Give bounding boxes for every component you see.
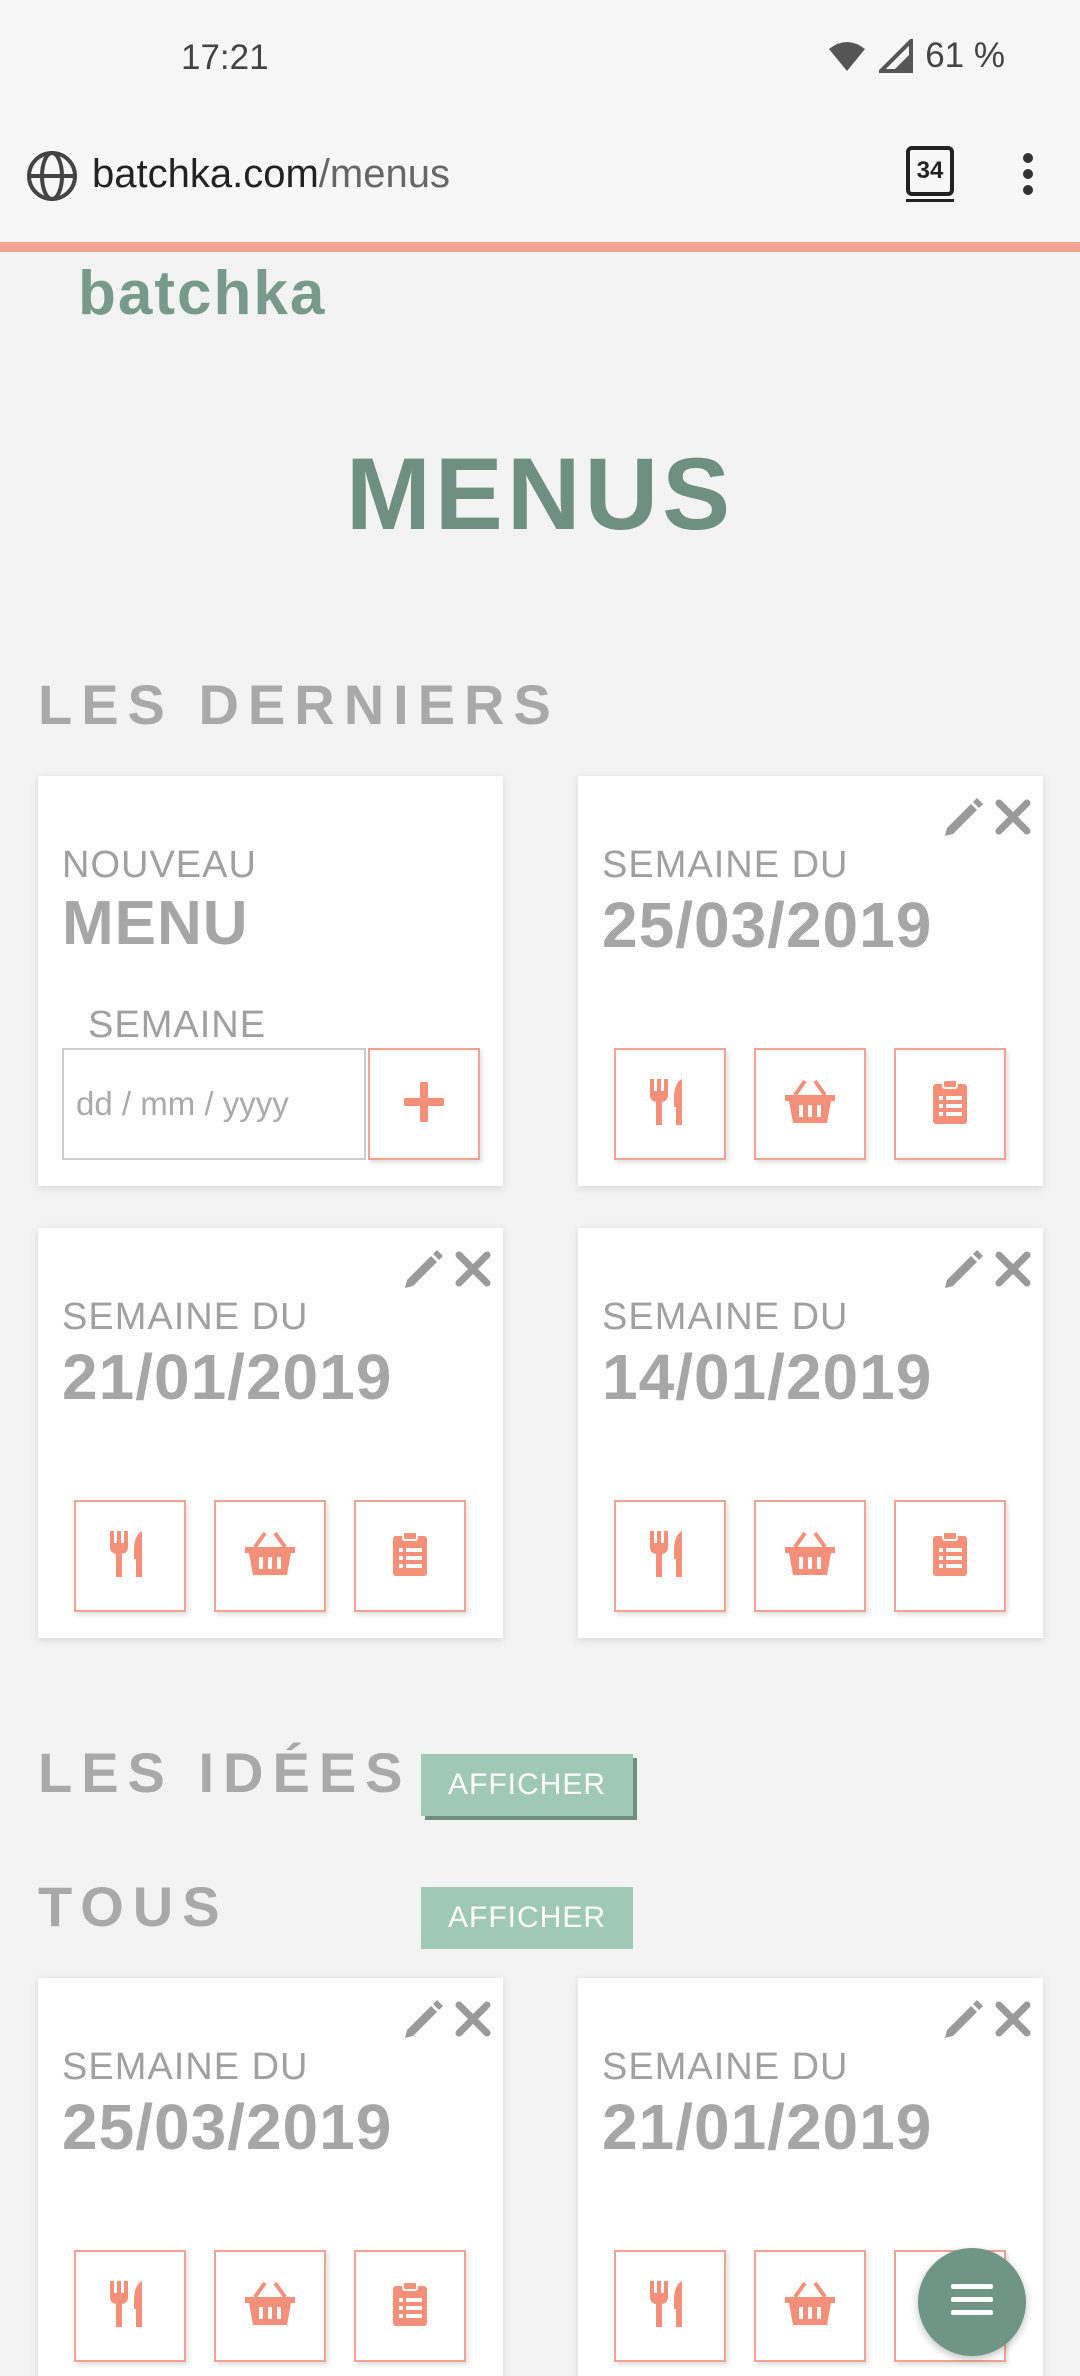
menu-shopping-button[interactable] <box>754 1048 866 1160</box>
card-week-label: SEMAINE DU <box>602 1296 849 1338</box>
card-button-row <box>74 1500 466 1612</box>
show-all-button[interactable]: AFFICHER <box>421 1887 633 1949</box>
menu-recipes-button[interactable] <box>894 1500 1006 1612</box>
pencil-icon[interactable] <box>941 1246 987 1297</box>
close-icon[interactable] <box>453 1999 493 2044</box>
signal-icon <box>879 39 914 73</box>
menu-card: SEMAINE DU 14/01/2019 <box>578 1228 1043 1638</box>
plus-icon <box>402 1080 446 1129</box>
more-vert-icon[interactable] <box>1020 152 1036 201</box>
pencil-icon[interactable] <box>941 794 987 845</box>
menu-card: SEMAINE DU 25/03/2019 <box>578 776 1043 1186</box>
hamburger-icon <box>949 2282 995 2323</box>
page-title: MENUS <box>345 437 735 551</box>
status-icons: 61 % <box>827 36 1005 76</box>
new-menu-label-main: MENU <box>62 889 249 958</box>
menu-shopping-button[interactable] <box>754 1500 866 1612</box>
clipboard-icon <box>931 1078 969 1131</box>
close-icon[interactable] <box>993 797 1033 842</box>
pencil-icon[interactable] <box>401 1996 447 2047</box>
basket-icon <box>783 1531 837 1582</box>
menu-meals-button[interactable] <box>614 1048 726 1160</box>
battery-text: 61 % <box>925 36 1005 75</box>
card-week-label: SEMAINE DU <box>62 2046 309 2088</box>
menu-shopping-button[interactable] <box>214 1500 326 1612</box>
card-button-row <box>614 1048 1006 1160</box>
card-week-label: SEMAINE DU <box>62 1296 309 1338</box>
card-actions <box>401 1246 493 1297</box>
section-title-ideas: LES IDÉES <box>38 1741 412 1804</box>
basket-icon <box>783 1079 837 1130</box>
basket-icon <box>243 1531 297 1582</box>
floating-menu-button[interactable] <box>918 2248 1026 2356</box>
menu-meals-button[interactable] <box>614 2250 726 2362</box>
section-title-recent: LES DERNIERS <box>38 673 560 736</box>
basket-icon <box>243 2281 297 2332</box>
card-week-label: SEMAINE DU <box>602 2046 849 2088</box>
menu-shopping-button[interactable] <box>754 2250 866 2362</box>
close-icon[interactable] <box>993 1999 1033 2044</box>
menu-card: SEMAINE DU 25/03/2019 <box>38 1978 503 2376</box>
card-date: 25/03/2019 <box>62 2091 393 2163</box>
url-field[interactable]: batchka.com/menus <box>92 152 450 197</box>
card-date: 21/01/2019 <box>602 2091 933 2163</box>
menu-meals-button[interactable] <box>614 1500 726 1612</box>
clipboard-icon <box>391 1530 429 1583</box>
clipboard-icon <box>931 1530 969 1583</box>
section-title-all: TOUS <box>38 1875 229 1938</box>
card-date: 21/01/2019 <box>62 1341 393 1413</box>
basket-icon <box>783 2281 837 2332</box>
new-menu-card: NOUVEAU MENU SEMAINE <box>38 776 503 1186</box>
menu-meals-button[interactable] <box>74 2250 186 2362</box>
tab-switcher-button[interactable]: 34 <box>906 146 954 202</box>
card-actions <box>401 1996 493 2047</box>
menu-recipes-button[interactable] <box>354 1500 466 1612</box>
menu-meals-button[interactable] <box>74 1500 186 1612</box>
menu-card: SEMAINE DU 21/01/2019 <box>38 1228 503 1638</box>
tab-count: 34 <box>916 157 944 184</box>
card-actions <box>941 1996 1033 2047</box>
card-date: 14/01/2019 <box>602 1341 933 1413</box>
menu-recipes-button[interactable] <box>354 2250 466 2362</box>
pencil-icon[interactable] <box>941 1996 987 2047</box>
url-path: /menus <box>318 152 450 196</box>
clipboard-icon <box>391 2280 429 2333</box>
url-host: batchka.com <box>92 152 319 196</box>
close-icon[interactable] <box>453 1249 493 1294</box>
utensils-icon <box>648 1077 692 1132</box>
add-menu-button[interactable] <box>368 1048 480 1160</box>
week-label: SEMAINE <box>88 1004 267 1046</box>
card-week-label: SEMAINE DU <box>602 844 849 886</box>
status-bar: 17:21 61 % <box>0 0 1080 120</box>
menu-recipes-button[interactable] <box>894 1048 1006 1160</box>
utensils-icon <box>648 2279 692 2334</box>
status-time: 17:21 <box>181 38 269 77</box>
card-actions <box>941 794 1033 845</box>
utensils-icon <box>108 2279 152 2334</box>
wifi-icon <box>827 39 867 73</box>
browser-url-bar: batchka.com/menus 34 <box>0 120 1080 242</box>
menu-shopping-button[interactable] <box>214 2250 326 2362</box>
card-date: 25/03/2019 <box>602 889 933 961</box>
globe-icon[interactable] <box>26 150 78 207</box>
week-date-input[interactable] <box>62 1048 366 1160</box>
new-menu-label-top: NOUVEAU <box>62 844 257 886</box>
utensils-icon <box>648 1529 692 1584</box>
close-icon[interactable] <box>993 1249 1033 1294</box>
accent-line <box>0 242 1080 252</box>
show-ideas-button[interactable]: AFFICHER <box>421 1754 633 1816</box>
brand-logo[interactable]: batchka <box>78 258 326 329</box>
card-button-row <box>614 1500 1006 1612</box>
card-actions <box>941 1246 1033 1297</box>
utensils-icon <box>108 1529 152 1584</box>
card-button-row <box>74 2250 466 2362</box>
pencil-icon[interactable] <box>401 1246 447 1297</box>
